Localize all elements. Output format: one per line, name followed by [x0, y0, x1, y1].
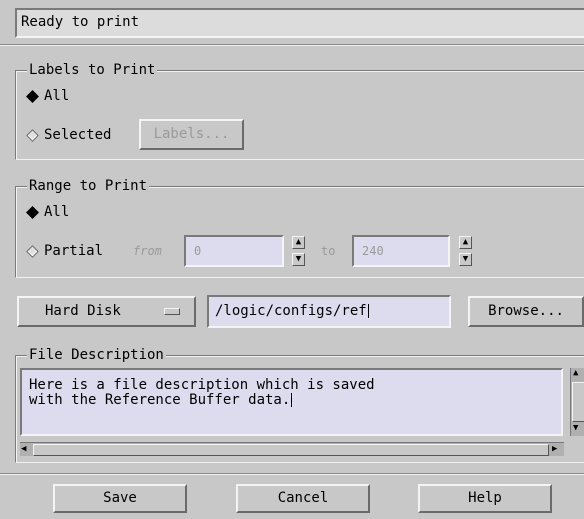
labels-selected-radio[interactable]: Selected — [24, 126, 111, 144]
scroll-left-icon[interactable]: ◀ — [21, 443, 26, 456]
labels-button[interactable]: Labels... — [139, 119, 244, 150]
to-label: to — [321, 244, 336, 258]
labels-to-print-group — [15, 70, 584, 160]
device-option-menu[interactable]: Hard Disk — [17, 296, 196, 327]
from-label: from — [133, 244, 162, 258]
range-partial-radio[interactable]: Partial — [24, 242, 103, 260]
to-field[interactable]: 240 — [352, 235, 450, 267]
from-field[interactable]: 0 — [184, 235, 284, 267]
scroll-right-icon[interactable]: ▶ — [552, 443, 557, 456]
to-spin-down-icon[interactable]: ▼ — [459, 253, 472, 266]
labels-to-print-legend: Labels to Print — [27, 62, 158, 78]
from-spin-up-icon[interactable]: ▲ — [292, 236, 305, 249]
text-cursor-icon — [291, 393, 293, 407]
description-line-1: Here is a file description which is save… — [29, 377, 375, 393]
labels-selected-label: Selected — [44, 127, 112, 143]
description-line-2-row: with the Reference Buffer data. — [29, 393, 561, 408]
range-to-print-legend: Range to Print — [27, 178, 150, 194]
description-line-2: with the Reference Buffer data. — [29, 392, 291, 408]
vertical-scrollbar[interactable]: ▲ ▼ — [570, 368, 584, 436]
scroll-thumb[interactable] — [572, 382, 584, 422]
range-all-radio[interactable]: All — [24, 203, 69, 221]
path-value: /logic/configs/ref — [215, 303, 367, 319]
labels-all-label: All — [44, 88, 70, 104]
radio-unselected-icon — [26, 244, 39, 258]
help-button[interactable]: Help — [418, 484, 552, 513]
status-text: Ready to print — [15, 8, 584, 38]
file-description-textarea[interactable]: Here is a file description which is save… — [20, 368, 563, 436]
from-spin-down-icon[interactable]: ▼ — [292, 253, 305, 266]
text-cursor-icon — [367, 304, 369, 318]
file-description-legend: File Description — [27, 347, 166, 363]
save-button[interactable]: Save — [53, 484, 187, 513]
horizontal-scrollbar[interactable]: ◀ ▶ — [20, 442, 564, 456]
radio-selected-icon — [26, 205, 39, 219]
radio-selected-icon — [26, 89, 39, 103]
cancel-button[interactable]: Cancel — [236, 484, 370, 513]
scroll-thumb-horizontal[interactable] — [33, 444, 549, 456]
to-spin-up-icon[interactable]: ▲ — [459, 236, 472, 249]
option-menu-icon — [164, 308, 180, 315]
labels-all-radio[interactable]: All — [24, 87, 69, 105]
scroll-up-icon[interactable]: ▲ — [573, 369, 578, 378]
divider — [0, 44, 584, 46]
radio-unselected-icon — [26, 128, 39, 142]
range-partial-label: Partial — [44, 243, 104, 259]
scroll-down-icon[interactable]: ▼ — [573, 424, 578, 433]
path-field[interactable]: /logic/configs/ref — [207, 295, 451, 328]
range-all-label: All — [44, 204, 70, 220]
browse-button[interactable]: Browse... — [468, 296, 584, 327]
footer-divider — [0, 473, 584, 475]
device-label: Hard Disk — [45, 303, 121, 319]
